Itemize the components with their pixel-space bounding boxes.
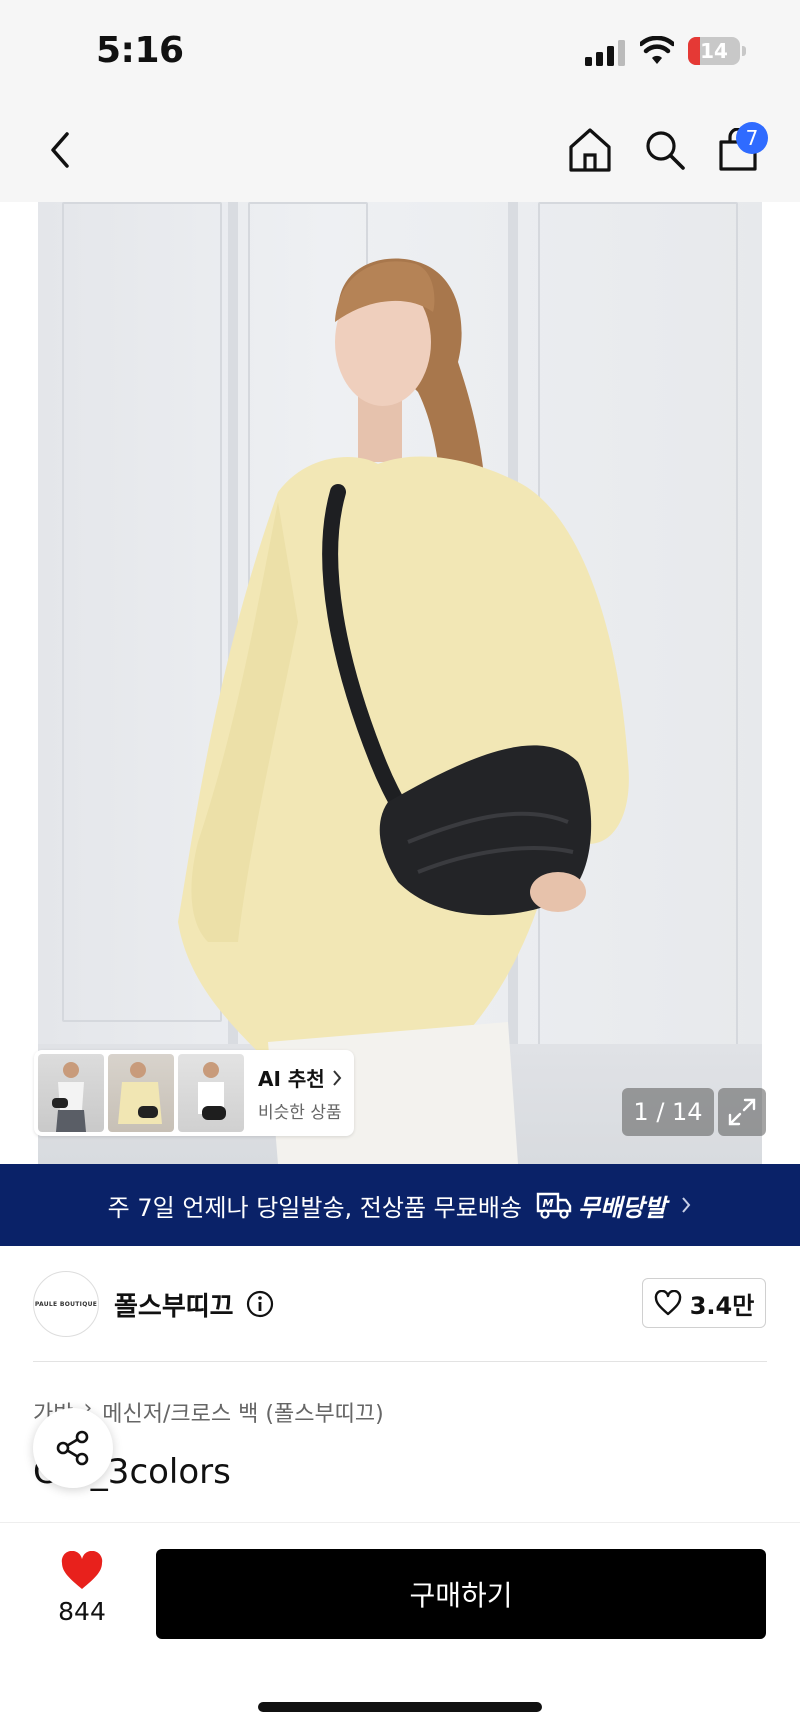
top-nav-bar [0, 100, 800, 202]
delivery-truck-icon: M [536, 1192, 572, 1219]
share-button[interactable] [33, 1408, 113, 1488]
thumbnail-figure [198, 1062, 226, 1120]
battery-level: 14 [700, 39, 728, 63]
wifi-icon [640, 36, 674, 64]
store-name[interactable]: 폴스부띠끄 [114, 1286, 234, 1323]
divider [33, 1361, 767, 1362]
free-shipping-label: 무배당발 [578, 1193, 667, 1222]
recommend-thumbnail[interactable] [178, 1054, 244, 1132]
wishlist-button[interactable]: 844 [42, 1551, 122, 1641]
back-button[interactable] [30, 120, 90, 180]
ai-recommend-title: AI 추천 [258, 1067, 325, 1091]
recommend-thumbnail[interactable] [38, 1054, 104, 1132]
info-icon[interactable] [246, 1290, 274, 1318]
thumbnail-figure [118, 1062, 162, 1124]
home-button[interactable] [560, 120, 620, 180]
svg-text:M: M [543, 1197, 554, 1210]
breadcrumb-item[interactable]: 메신저/크로스 백 (폴스부띠끄) [102, 1396, 383, 1428]
chevron-right-icon [332, 1069, 342, 1086]
status-time: 5:16 [96, 30, 184, 71]
recommend-thumbnail[interactable] [108, 1054, 174, 1132]
ai-recommend-label: AI 추천 비슷한 상품 [258, 1063, 343, 1123]
bottom-action-bar: 844 구매하기 [0, 1522, 800, 1732]
store-logo[interactable]: PAULE BOUTIQUE [33, 1271, 99, 1337]
thumbnail-figure [52, 1062, 86, 1132]
store-row: PAULE BOUTIQUE 폴스부띠끄 3.4만 [0, 1246, 800, 1362]
fullscreen-button[interactable] [718, 1088, 766, 1136]
ai-recommend-subtitle: 비슷한 상품 [258, 1103, 342, 1123]
search-icon [646, 131, 685, 170]
battery-indicator: 14 [688, 37, 740, 65]
cart-count-badge: 7 [736, 122, 768, 154]
shipping-banner[interactable]: 주 7일 언제나 당일발송, 전상품 무료배송 M 무배당발 [0, 1164, 800, 1246]
ai-recommend-widget[interactable]: AI 추천 비슷한 상품 [34, 1050, 354, 1136]
buy-button[interactable]: 구매하기 [156, 1549, 766, 1639]
wishlist-count: 844 [58, 1597, 106, 1626]
search-button[interactable] [635, 120, 695, 180]
product-image-gallery[interactable] [38, 202, 762, 1164]
status-bar: 5:16 14 [0, 0, 800, 100]
model-figure [178, 258, 629, 1164]
store-like-count: 3.4만 [689, 1291, 755, 1320]
heart-filled-icon [61, 1551, 103, 1589]
home-indicator [258, 1702, 542, 1712]
image-pager: 1 / 14 [622, 1088, 714, 1136]
store-like-button[interactable]: 3.4만 [642, 1278, 766, 1328]
expand-icon [728, 1098, 756, 1126]
share-icon [56, 1430, 89, 1466]
chevron-right-icon [682, 1197, 691, 1213]
back-icon [51, 132, 69, 168]
battery-nub [742, 46, 746, 56]
home-icon [569, 128, 611, 172]
shipping-banner-text: 주 7일 언제나 당일발송, 전상품 무료배송 [107, 1193, 522, 1222]
free-shipping-badge: M 무배당발 [536, 1188, 666, 1223]
heart-outline-icon [654, 1290, 681, 1316]
cellular-signal-icon [585, 40, 625, 66]
